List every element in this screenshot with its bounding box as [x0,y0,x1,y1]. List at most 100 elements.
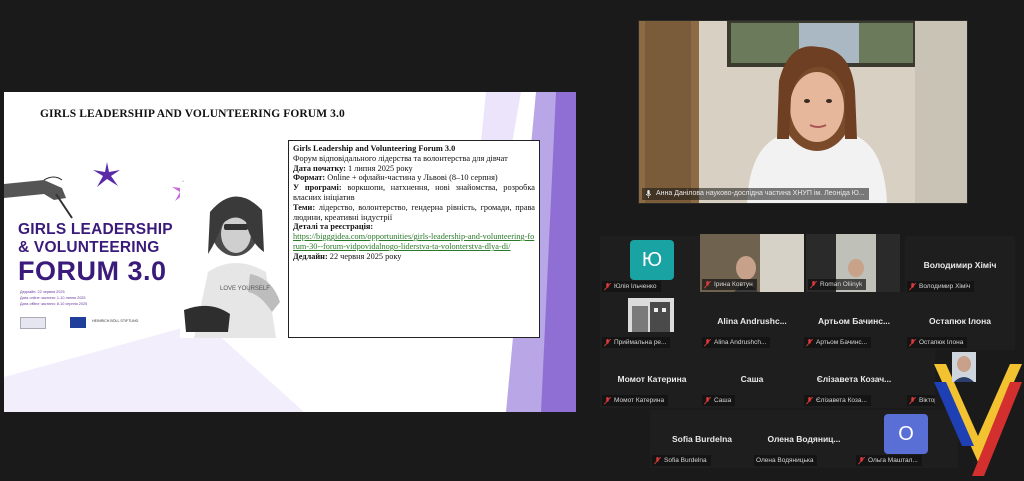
participant-label: Alina Andrushch... [702,337,771,348]
participant-display-name: Остапюк Ілона [929,316,991,326]
participant-tile[interactable]: Приймальна ре... [600,292,704,350]
poster-partner-logos: HEINRICH BÖLL STIFTUNG [20,317,170,331]
mic-off-icon [604,396,611,405]
mic-off-icon [604,282,611,291]
participant-tile[interactable]: Ю Юлія Ільченко [600,236,704,294]
meeting-window: GIRLS LEADERSHIP AND VOLUNTEERING FORUM … [0,0,1024,481]
participant-tile[interactable]: Саша Саша [700,350,804,408]
info-heading: Girls Leadership and Volunteering Forum … [293,144,456,153]
participant-name: Остапюк Ілона [919,339,964,346]
mic-off-icon [704,280,711,289]
participant-label: Sofia Burdelna [652,455,711,466]
info-subtitle: Форум відповідального лідерства та волон… [293,153,508,163]
active-speaker-video[interactable]: Анна Данілова науково-дослідна частина Х… [638,20,968,204]
partner-logo-text: HEINRICH BÖLL STIFTUNG [92,319,139,323]
info-start-value: 1 липня 2025 року [345,163,413,173]
info-deadline-row: Дедлайн: 22 червня 2025 року [293,252,535,262]
speaker-video-frame [639,21,967,203]
participant-name: Юлія Ільченко [614,283,657,290]
slide-title: GIRLS LEADERSHIP AND VOLUNTEERING FORUM … [40,108,345,120]
participant-label: Roman Oliinyk [808,279,867,290]
participant-name: Артьом Бачинс... [816,339,868,346]
info-program-label: У програмі: [293,183,342,193]
info-topics-value: лідерство, волонтерство, гендерна рівніс… [293,202,535,222]
participant-name: Ольга Маштал... [868,457,918,464]
info-program-row: У програмі: воркшопи, натхнення, нові зн… [293,183,535,203]
participant-tile[interactable]: Володимир Хіміч Володимир Хіміч [905,236,1015,294]
pen-hand-illustration [4,176,73,219]
participant-label: Віктор... [907,395,935,406]
poster-date-3: Дата offline частини: 8-10 серпня 2025 [20,302,88,306]
participant-tile[interactable]: Момот Катерина Момот Катерина [600,350,704,408]
mic-off-icon [806,338,813,347]
svg-text:LOVE YOURSELF: LOVE YOURSELF [220,286,270,292]
star-sparkle-icon [93,162,120,187]
participant-label: Приймальна ре... [602,337,671,348]
speaker-name-text: Анна Данілова науково-дослідна частина Х… [656,190,865,197]
participant-label: Саша [702,395,736,406]
participant-name: Ірина Ковтун [714,281,753,288]
participant-name: Момот Катерина [614,397,665,404]
info-topics-row: Теми: лідерство, волонтерство, гендерна … [293,203,535,223]
participant-tile[interactable]: Єлізавета Козач... Єлізавета Коза... [802,350,906,408]
participant-label: Ірина Ковтун [702,279,757,290]
participant-name: Sofia Burdelna [664,457,707,464]
participant-name: Roman Oliinyk [820,281,863,288]
participant-label: Юлія Ільченко [602,281,661,292]
participant-name: Приймальна ре... [614,339,667,346]
participant-label: Артьом Бачинс... [804,337,872,348]
participant-display-name: Артьом Бачинс... [817,316,891,326]
participant-display-name: Alina Andrushc... [717,316,787,326]
info-format-label: Формат: [293,173,326,183]
poster-line-1: GIRLS LEADERSHIP [18,221,173,238]
avatar: О [884,414,928,454]
participant-display-name: Sofia Burdelna [672,434,732,444]
participant-tile[interactable]: Олена Водяниц... Олена Водяницька [752,410,856,468]
mic-off-icon [704,338,711,347]
poster-line-3: FORUM 3.0 [18,256,167,286]
participant-display-name: Володимир Хіміч [923,260,997,270]
mic-off-icon [909,282,916,291]
poster-dates: Дедлайн: 22 червня 2025 Дата online част… [20,289,87,307]
participant-display-name: Момот Катерина [617,374,687,384]
participant-label: Олена Водяницька [754,455,818,466]
brand-logo [934,352,1022,476]
forum-info-box: Girls Leadership and Volunteering Forum … [288,140,540,338]
participant-tile[interactable]: Sofia Burdelna Sofia Burdelna [650,410,754,468]
mic-off-icon [810,280,817,289]
participant-label: Володимир Хіміч [907,281,975,292]
mic-off-icon [858,456,865,465]
participant-tile[interactable]: Остапюк Ілона Остапюк Ілона [905,292,1015,350]
participant-tile[interactable]: Roman Oliinyk [806,234,900,292]
mic-off-icon [909,338,916,347]
participant-tile[interactable]: Артьом Бачинс... Артьом Бачинс... [802,292,906,350]
mic-off-icon [654,456,661,465]
poster-logo: GIRLS LEADERSHIP & VOLUNTEERING FORUM 3.… [18,222,173,285]
info-deadline-value: 22 червня 2025 року [327,251,402,261]
participant-tile[interactable]: Віктор... [905,350,935,408]
mic-off-icon [909,396,916,405]
participant-tile[interactable]: Alina Andrushc... Alina Andrushch... [700,292,804,350]
participant-display-name: Олена Водяниц... [767,434,841,444]
avatar: Ю [630,240,674,280]
registration-link[interactable]: https://bigggidea.com/opportunities/girl… [293,232,535,252]
mic-off-icon [806,396,813,405]
participant-display-name: Саша [740,374,764,384]
participant-label: Остапюк Ілона [907,337,968,348]
participant-label: Ольга Маштал... [856,455,922,466]
participant-name: Саша [714,397,732,404]
poster-photo: LOVE YOURSELF [180,182,290,338]
info-topics-label: Теми: [293,202,316,212]
participant-name: Alina Andrushch... [714,339,767,346]
participant-name: Єлізавета Коза... [816,397,867,404]
participant-tile[interactable]: Ірина Ковтун [700,234,804,292]
info-details-label: Деталі та реєстрація: [293,222,374,232]
participant-photo [628,298,674,332]
audio-icon [645,190,652,198]
info-start-label: Дата початку: [293,163,346,173]
info-format-row: Формат: Online + офлайн-частина у Львові… [293,173,535,183]
mic-off-icon [604,338,611,347]
participant-label: Єлізавета Коза... [804,395,871,406]
participant-name: Володимир Хіміч [919,283,971,290]
eu-flag-icon [70,317,86,328]
